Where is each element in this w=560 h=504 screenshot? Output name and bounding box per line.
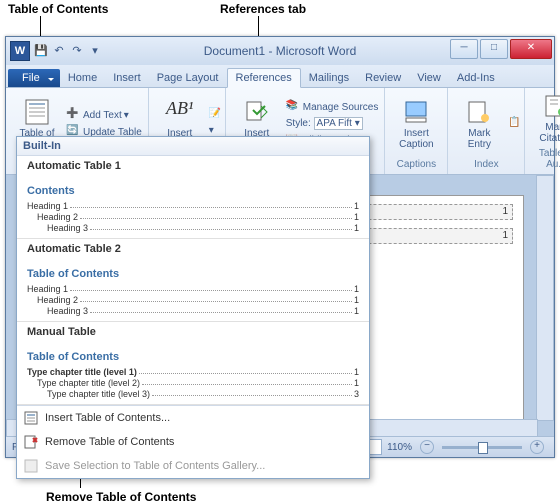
manage-sources-button[interactable]: 📚Manage Sources — [284, 99, 381, 115]
footnote-icon: AB¹ — [166, 98, 194, 126]
manual-title: Manual Table — [27, 326, 359, 338]
insert-caption-button[interactable]: Insert Caption — [389, 90, 443, 157]
manual-contents: Table of Contents — [27, 351, 359, 363]
gallery-auto1[interactable]: Automatic Table 1 Contents Heading 11 He… — [17, 156, 369, 239]
insert-toc-menuitem[interactable]: Insert Table of Contents... — [17, 406, 369, 430]
next-footnote-button[interactable]: 📝 — [207, 107, 221, 123]
tab-file[interactable]: File — [8, 69, 60, 87]
zoom-in-button[interactable]: + — [530, 440, 544, 454]
add-text-button[interactable]: ➕Add Text▾ — [64, 107, 144, 123]
manage-icon: 📚 — [286, 100, 300, 114]
auto2-title: Automatic Table 2 — [27, 243, 359, 255]
dropdown-header-builtin: Built-In — [17, 137, 369, 156]
mark-citation-icon — [542, 92, 560, 120]
save-icon[interactable]: 💾 — [34, 44, 48, 58]
tab-mailings[interactable]: Mailings — [301, 69, 357, 87]
toc-icon — [23, 98, 51, 126]
quick-access-toolbar: 💾 ↶ ↷ ▾ — [34, 44, 102, 58]
group-index: Mark Entry 📋 Index — [448, 88, 525, 174]
callout-remove: Remove Table of Contents — [46, 490, 196, 504]
tab-addins[interactable]: Add-Ins — [449, 69, 503, 87]
gallery-manual[interactable]: Manual Table Table of Contents Type chap… — [17, 322, 369, 405]
undo-icon[interactable]: ↶ — [52, 44, 66, 58]
tab-home[interactable]: Home — [60, 69, 105, 87]
group-captions: Insert Caption Captions — [385, 88, 448, 174]
zoom-level[interactable]: 110% — [387, 442, 412, 453]
qat-dropdown-icon[interactable]: ▾ — [88, 44, 102, 58]
caption-icon — [402, 98, 430, 126]
callout-reftab: References tab — [220, 2, 306, 16]
ribbon-tabs: File Home Insert Page Layout References … — [6, 65, 554, 88]
auto1-title: Automatic Table 1 — [27, 160, 359, 172]
tab-references[interactable]: References — [227, 68, 301, 88]
tab-view[interactable]: View — [409, 69, 449, 87]
word-icon: W — [10, 41, 30, 61]
citation-icon — [243, 98, 271, 126]
tab-review[interactable]: Review — [357, 69, 409, 87]
group-label-index: Index — [452, 157, 520, 172]
save-selection-menuitem: Save Selection to Table of Contents Gall… — [17, 454, 369, 478]
titlebar: W 💾 ↶ ↷ ▾ Document1 - Microsoft Word ─ □… — [6, 37, 554, 65]
remove-toc-menuitem[interactable]: Remove Table of Contents — [17, 430, 369, 454]
mark-citation-button[interactable]: Mark Citation — [529, 90, 560, 146]
zoom-slider[interactable] — [442, 446, 522, 449]
tab-insert[interactable]: Insert — [105, 69, 149, 87]
redo-icon[interactable]: ↷ — [70, 44, 84, 58]
mark-entry-button[interactable]: Mark Entry — [452, 90, 506, 157]
auto2-contents: Table of Contents — [27, 268, 359, 280]
auto1-contents: Contents — [27, 185, 359, 197]
save-selection-icon — [23, 458, 39, 474]
style-dropdown[interactable]: Style: APA Fift ▾ — [284, 116, 381, 131]
minimize-button[interactable]: ─ — [450, 39, 478, 59]
zoom-out-button[interactable]: − — [420, 440, 434, 454]
close-button[interactable]: ✕ — [510, 39, 552, 59]
tab-page-layout[interactable]: Page Layout — [149, 69, 227, 87]
group-label-captions: Captions — [389, 157, 443, 172]
callout-toc: Table of Contents — [8, 2, 108, 16]
maximize-button[interactable]: □ — [480, 39, 508, 59]
group-label-toa: Table of Au... — [529, 146, 560, 172]
group-toa: Mark Citation Table of Au... — [525, 88, 560, 174]
gallery-auto2[interactable]: Automatic Table 2 Table of Contents Head… — [17, 239, 369, 322]
insert-toc-icon — [23, 410, 39, 426]
mark-entry-icon — [465, 98, 493, 126]
remove-toc-icon — [23, 434, 39, 450]
vertical-scrollbar[interactable] — [536, 175, 554, 421]
add-text-icon: ➕ — [66, 108, 80, 122]
insert-index-button[interactable]: 📋 — [506, 116, 520, 132]
toc-dropdown: Built-In Automatic Table 1 Contents Head… — [16, 136, 370, 479]
